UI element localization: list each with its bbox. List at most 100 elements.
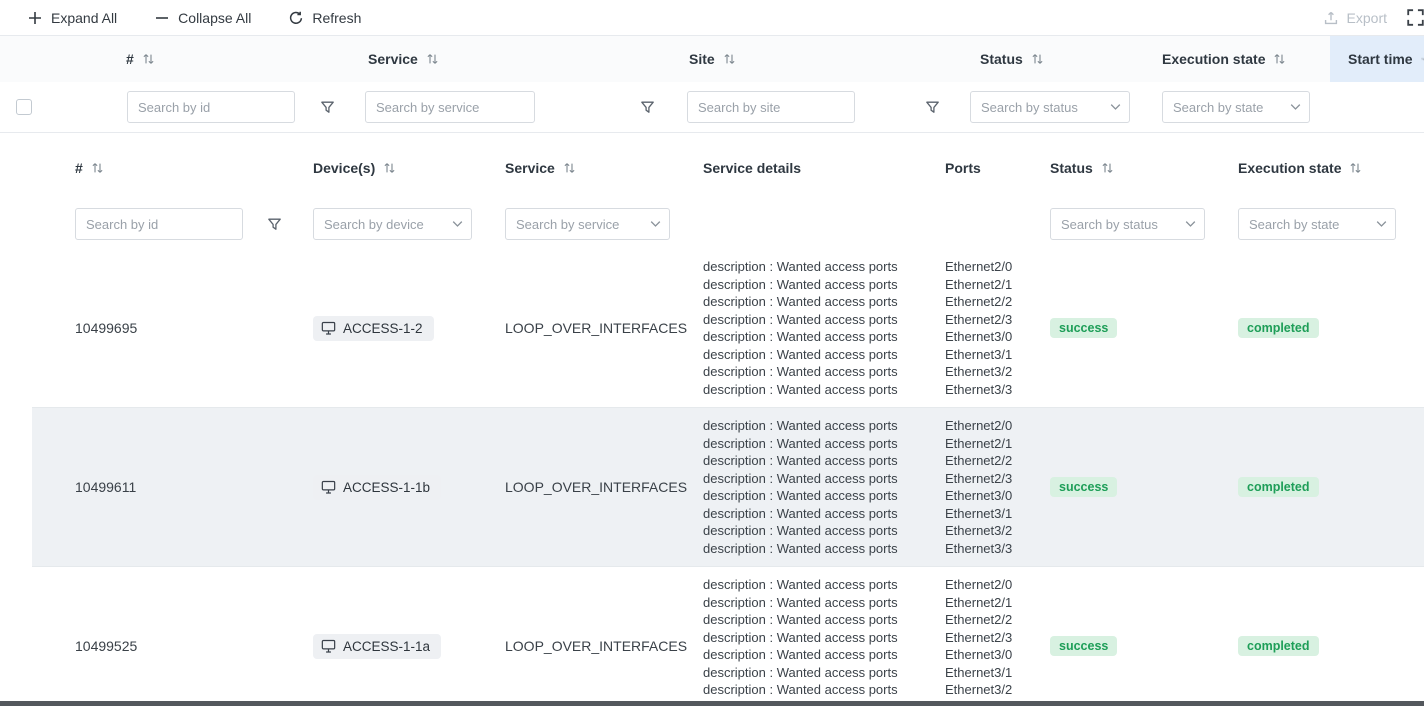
- row-status: success: [1037, 318, 1225, 338]
- inner-filter-cell-state: [1225, 208, 1424, 240]
- column-header-label: Status: [980, 51, 1023, 67]
- status-badge: success: [1050, 318, 1117, 338]
- inner-column-header-ports: Ports: [932, 160, 1037, 176]
- inner-service-filter-input[interactable]: [505, 208, 670, 240]
- filter-funnel-icon[interactable]: [925, 100, 940, 115]
- table-row[interactable]: 10499525 ACCESS-1-1a LOOP_OVER_INTERFACE…: [32, 566, 1424, 706]
- column-header-service[interactable]: Service: [355, 51, 675, 67]
- column-header-label: #: [126, 51, 134, 67]
- row-devices: ACCESS-1-1a: [300, 634, 492, 659]
- column-header-site[interactable]: Site: [675, 51, 960, 67]
- inner-status-filter-select: [1050, 208, 1205, 240]
- column-header-execution-state[interactable]: Execution state: [1150, 51, 1330, 67]
- filter-cell-id: [112, 91, 355, 123]
- inner-column-header-execution-state[interactable]: Execution state: [1225, 160, 1424, 176]
- execution-state-badge: completed: [1238, 636, 1319, 656]
- sort-icon: [1273, 53, 1286, 65]
- filter-cell-site: [675, 91, 960, 123]
- inner-column-header-status[interactable]: Status: [1037, 160, 1225, 176]
- site-filter-input[interactable]: [687, 91, 855, 123]
- device-chip[interactable]: ACCESS-1-1b: [313, 475, 441, 500]
- column-header-start-time[interactable]: Start time: [1330, 36, 1424, 82]
- export-button[interactable]: Export: [1324, 10, 1387, 26]
- refresh-button[interactable]: Refresh: [289, 10, 361, 26]
- column-header-label: Service details: [703, 160, 801, 176]
- service-details: description : Wanted access ports descri…: [690, 567, 932, 706]
- ports-list: Ethernet2/0 Ethernet2/1 Ethernet2/2 Ethe…: [932, 567, 1037, 706]
- device-chip[interactable]: ACCESS-1-2: [313, 316, 434, 341]
- filter-cell-status: [960, 91, 1150, 123]
- sort-icon: [1101, 162, 1114, 174]
- filter-cell-service: [355, 91, 675, 123]
- toolbar-right: Export: [1324, 7, 1424, 29]
- column-header-label: Device(s): [313, 160, 375, 176]
- row-devices: ACCESS-1-2: [300, 316, 492, 341]
- inner-state-filter-input[interactable]: [1238, 208, 1396, 240]
- collapse-all-label: Collapse All: [178, 10, 251, 26]
- column-header-status[interactable]: Status: [960, 51, 1150, 67]
- inner-filter-cell-status: [1037, 208, 1225, 240]
- sort-icon: [1349, 162, 1362, 174]
- sort-icon: [563, 162, 576, 174]
- status-badge: success: [1050, 477, 1117, 497]
- plus-icon: [28, 11, 42, 25]
- inner-column-header-id[interactable]: #: [32, 160, 300, 176]
- table-row[interactable]: 10499695 ACCESS-1-2 LOOP_OVER_INTERFACES…: [32, 249, 1424, 407]
- fullscreen-icon[interactable]: [1407, 7, 1424, 29]
- state-filter-input[interactable]: [1162, 91, 1310, 123]
- column-header-label: Status: [1050, 160, 1093, 176]
- sort-icon: [723, 53, 736, 65]
- inner-column-header-devices[interactable]: Device(s): [300, 160, 492, 176]
- sort-icon: [1031, 53, 1044, 65]
- row-id: 10499611: [32, 479, 300, 495]
- status-badge: success: [1050, 636, 1117, 656]
- refresh-icon: [289, 11, 303, 25]
- collapse-all-button[interactable]: Collapse All: [155, 10, 251, 26]
- inner-filter-row: [32, 199, 1424, 249]
- column-header-id[interactable]: #: [112, 51, 355, 67]
- device-name: ACCESS-1-1a: [343, 639, 430, 654]
- status-filter-input[interactable]: [970, 91, 1130, 123]
- expand-all-button[interactable]: Expand All: [28, 10, 117, 26]
- inner-id-filter-input[interactable]: [75, 208, 243, 240]
- filter-funnel-icon[interactable]: [267, 217, 282, 232]
- device-filter-input[interactable]: [313, 208, 472, 240]
- export-label: Export: [1347, 10, 1387, 26]
- row-status: success: [1037, 636, 1225, 656]
- filter-funnel-icon[interactable]: [320, 100, 335, 115]
- filter-funnel-icon[interactable]: [640, 100, 655, 115]
- export-icon: [1324, 11, 1338, 25]
- table-row[interactable]: 10499611 ACCESS-1-1b LOOP_OVER_INTERFACE…: [32, 407, 1424, 566]
- inner-state-filter-select: [1238, 208, 1396, 240]
- column-header-label: Ports: [945, 160, 981, 176]
- services-table-app: Expand All Collapse All Refresh Export: [0, 0, 1424, 706]
- service-name: LOOP_OVER_INTERFACES: [492, 638, 690, 654]
- service-details: description : Wanted access ports descri…: [690, 408, 932, 566]
- device-filter-select: [313, 208, 472, 240]
- inner-table: # Device(s) Service Service details Port…: [32, 133, 1424, 706]
- sort-icon: [1421, 53, 1424, 65]
- row-execution-state: completed: [1225, 636, 1424, 656]
- monitor-icon: [321, 321, 336, 335]
- service-name: LOOP_OVER_INTERFACES: [492, 320, 690, 336]
- column-header-label: Execution state: [1238, 160, 1341, 176]
- inner-status-filter-input[interactable]: [1050, 208, 1205, 240]
- outer-table-header: # Service Site Status Execution state St…: [0, 36, 1424, 82]
- horizontal-scrollbar[interactable]: [0, 701, 1424, 706]
- status-filter-select: [970, 91, 1130, 123]
- id-filter-input[interactable]: [127, 91, 295, 123]
- inner-table-header: # Device(s) Service Service details Port…: [32, 137, 1424, 199]
- column-header-label: Site: [689, 51, 715, 67]
- device-chip[interactable]: ACCESS-1-1a: [313, 634, 441, 659]
- toolbar: Expand All Collapse All Refresh Export: [0, 0, 1424, 36]
- row-id: 10499695: [32, 320, 300, 336]
- service-filter-input[interactable]: [365, 91, 535, 123]
- column-header-label: Execution state: [1162, 51, 1265, 67]
- column-header-label: Service: [368, 51, 418, 67]
- service-details: description : Wanted access ports descri…: [690, 249, 932, 407]
- sort-icon: [142, 53, 155, 65]
- select-all-checkbox[interactable]: [16, 99, 32, 115]
- execution-state-badge: completed: [1238, 477, 1319, 497]
- inner-column-header-service[interactable]: Service: [492, 160, 690, 176]
- sort-icon: [91, 162, 104, 174]
